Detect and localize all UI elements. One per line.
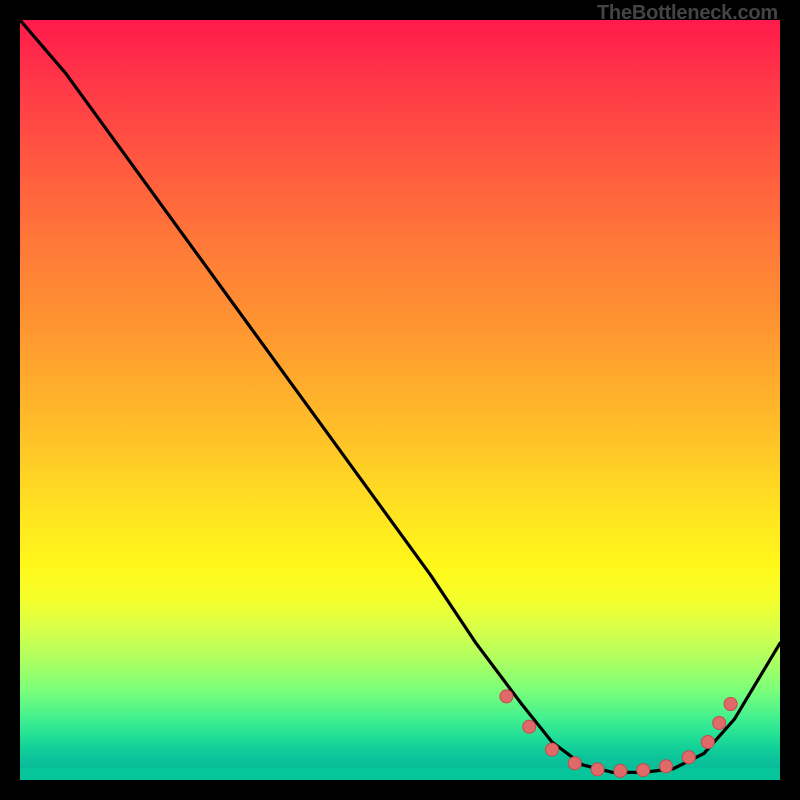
- curve-marker: [546, 743, 559, 756]
- curve-marker: [713, 717, 726, 730]
- curve-markers: [500, 690, 737, 778]
- chart-canvas: TheBottleneck.com: [0, 0, 800, 800]
- curve-marker: [637, 764, 650, 777]
- curve-marker: [591, 763, 604, 776]
- curve-marker: [500, 690, 513, 703]
- bottleneck-curve: [20, 20, 780, 772]
- curve-marker: [614, 764, 627, 777]
- curve-marker: [682, 751, 695, 764]
- curve-layer: [20, 20, 780, 780]
- curve-marker: [724, 698, 737, 711]
- curve-marker: [701, 736, 714, 749]
- curve-marker: [660, 760, 673, 773]
- curve-marker: [568, 757, 581, 770]
- plot-area: [20, 20, 780, 780]
- attribution-label: TheBottleneck.com: [597, 2, 778, 25]
- curve-marker: [523, 720, 536, 733]
